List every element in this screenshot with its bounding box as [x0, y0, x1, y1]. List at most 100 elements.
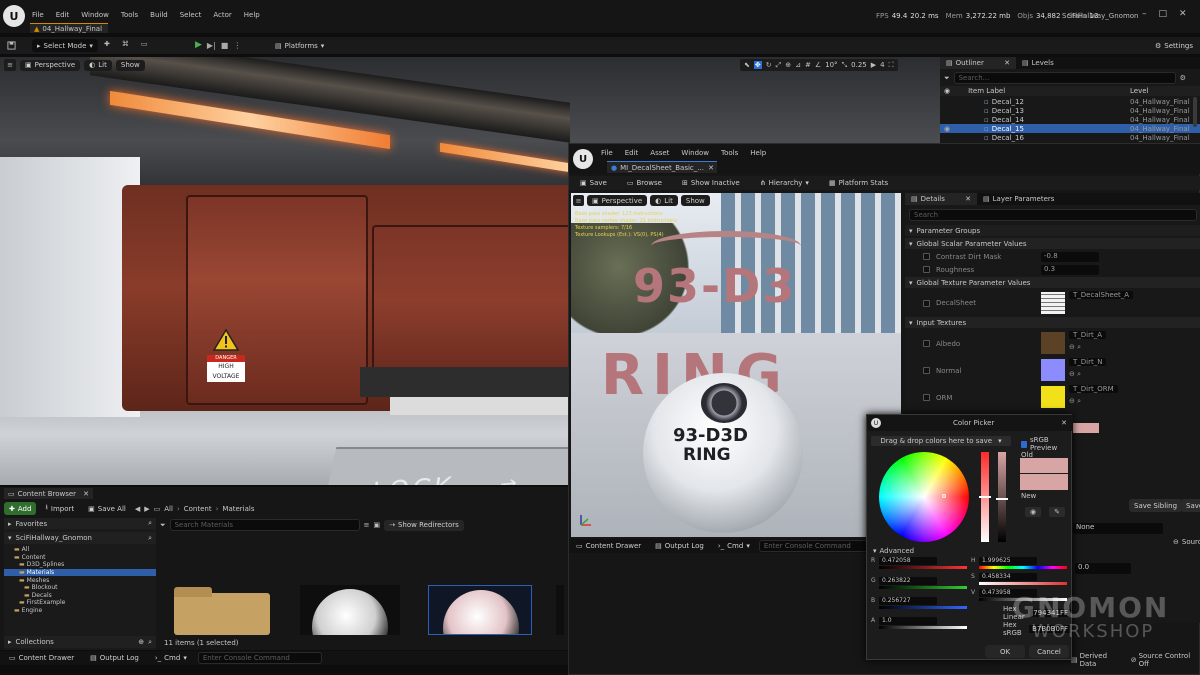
settings-icon[interactable]: ≡ — [364, 521, 370, 529]
folder-tree-item[interactable]: ▬ Decals — [4, 592, 156, 600]
content-drawer-button[interactable]: ▭ Content Drawer — [4, 652, 79, 665]
search-icon[interactable]: ⌕ — [148, 638, 152, 647]
color-wheel-mode-icon[interactable]: ◉ — [1025, 507, 1041, 517]
camera-icon[interactable]: ▶ — [871, 61, 876, 69]
outliner-search-input[interactable] — [953, 72, 1176, 84]
import-button[interactable]: ⭳ Import — [40, 502, 79, 515]
texture-thumbnail[interactable] — [1041, 332, 1065, 354]
saved-colors-bar[interactable]: Drag & drop colors here to save ▾ — [871, 436, 1011, 446]
channel-gradient-bar[interactable] — [879, 566, 967, 569]
outliner-scrollbar[interactable] — [1193, 97, 1197, 127]
col-level[interactable]: Level — [1130, 87, 1148, 95]
visibility-eye-icon[interactable]: ◉ — [944, 125, 954, 133]
settings-button[interactable]: ⚙ Settings — [1150, 39, 1198, 52]
favorites-header[interactable]: ▸ Favorites ⌕ — [4, 518, 156, 529]
menu-select[interactable]: Select — [174, 11, 208, 19]
scale-snap-icon[interactable]: ⤡ — [842, 61, 848, 70]
me-console-input[interactable] — [758, 540, 883, 552]
hierarchy-button[interactable]: ⋔ Hierarchy ▾ — [755, 177, 814, 190]
channel-gradient-bar[interactable] — [979, 566, 1067, 569]
close-icon[interactable]: ✕ — [83, 490, 89, 498]
tab-layer-parameters[interactable]: ▤ Layer Parameters — [977, 193, 1060, 205]
col-item-label[interactable]: Item Label — [968, 87, 1005, 95]
me-menu-item[interactable]: File — [595, 149, 619, 157]
slider-handle[interactable] — [979, 496, 991, 498]
override-checkbox[interactable] — [923, 266, 930, 273]
hamburger-icon[interactable]: ≡ — [4, 59, 16, 71]
material-preview-viewport[interactable]: 93-D3 RING 93-D3D RING ≡ ▣ Perspective ◐ L… — [571, 193, 901, 537]
value-slider[interactable] — [996, 452, 1008, 542]
override-checkbox[interactable] — [923, 253, 930, 260]
plus-icon[interactable]: ⊕ — [138, 638, 144, 646]
show-redirectors-button[interactable]: ⇢ Show Redirectors — [384, 519, 464, 531]
platforms-button[interactable]: ▤ Platforms ▾ — [270, 39, 329, 52]
channel-gradient-bar[interactable] — [979, 582, 1067, 585]
collections-header[interactable]: ▸ Collections ⊕ ⌕ — [4, 636, 156, 648]
stop-icon[interactable]: ■ — [221, 41, 229, 50]
save-button[interactable]: ▣ Save — [575, 177, 612, 190]
play-icon[interactable]: ▶ — [195, 40, 202, 50]
browse-asset-icon[interactable]: ⊖ ⌕ — [1069, 370, 1081, 379]
show-button[interactable]: Show — [115, 59, 145, 71]
source-icon[interactable]: ⊖ — [1173, 538, 1179, 546]
tab-levels[interactable]: ▤ Levels — [1016, 57, 1060, 69]
me-menu-item[interactable]: Edit — [619, 149, 645, 157]
search-icon[interactable]: ⌕ — [148, 534, 152, 543]
input-textures-header[interactable]: ▾ Input Textures — [905, 317, 1200, 328]
folder-tree-item[interactable]: ▬ D3D_Splines — [4, 561, 156, 569]
angle-snap-value[interactable]: 10° — [825, 61, 837, 69]
menu-tools[interactable]: Tools — [115, 11, 144, 19]
texture-asset[interactable]: T_Dirt_ORM — [1069, 385, 1118, 393]
channel-value[interactable]: 0.458334 — [979, 573, 1037, 581]
folder-tree-item[interactable]: ▬ FirstExample — [4, 599, 156, 607]
srgb-preview-toggle[interactable]: sRGB Preview — [1021, 436, 1071, 452]
breadcrumb-content[interactable]: Content — [184, 505, 212, 513]
blueprint-icon[interactable]: ⌘ — [122, 40, 129, 48]
advanced-header[interactable]: ▾ Advanced — [873, 547, 914, 555]
slider-handle[interactable] — [996, 498, 1008, 500]
add-button[interactable]: ✚ Add — [4, 502, 37, 515]
channel-h-field[interactable]: H 1.999625 — [971, 557, 1067, 571]
perspective-button[interactable]: ▣ Perspective — [20, 59, 81, 71]
channel-a-field[interactable]: A 1.0 — [871, 617, 967, 631]
decal-sheet-checkbox[interactable] — [923, 299, 930, 307]
texture-thumbnail[interactable] — [1041, 359, 1065, 381]
color-wheel-cursor[interactable] — [942, 494, 946, 498]
global-texture-header[interactable]: ▾ Global Texture Parameter Values — [905, 277, 1200, 288]
scale-snap-value[interactable]: 0.25 — [851, 61, 867, 69]
eyedropper-icon[interactable]: ✎ — [1049, 507, 1065, 517]
content-browser-tab[interactable]: ▭ Content Browser ✕ — [4, 488, 93, 499]
me-menu-item[interactable]: Asset — [644, 149, 675, 157]
close-icon[interactable]: ✕ — [965, 195, 971, 203]
override-checkbox[interactable] — [923, 367, 930, 374]
unreal-logo-icon[interactable]: U — [573, 149, 593, 169]
parameter-groups-header[interactable]: ▾ Parameter Groups — [905, 225, 1200, 236]
close-icon[interactable]: ✕ — [1061, 419, 1067, 427]
breadcrumb-all[interactable]: All — [164, 505, 173, 513]
gear-icon[interactable]: ⚙ — [1180, 74, 1186, 82]
me-menu-item[interactable]: Help — [744, 149, 772, 157]
scalar-value[interactable]: 0.3 — [1041, 264, 1099, 275]
tab-outliner[interactable]: ▤ Outliner ✕ — [940, 57, 1016, 69]
channel-b-field[interactable]: B 0.256727 — [871, 597, 967, 611]
search-icon[interactable]: ⌕ — [148, 519, 152, 528]
menu-edit[interactable]: Edit — [50, 11, 76, 19]
folder-icon[interactable]: ▭ — [154, 505, 161, 513]
menu-file[interactable]: File — [26, 11, 50, 19]
select-icon[interactable]: ⬉ — [744, 61, 750, 69]
outliner-row[interactable]: ◉ ▫ Decal_15 04_Hallway_Final — [940, 124, 1200, 133]
camera-speed-value[interactable]: 4 — [880, 61, 884, 69]
close-icon[interactable]: ✕ — [1179, 9, 1187, 19]
none-field[interactable]: None — [1073, 523, 1163, 534]
outliner-row[interactable]: ▫ Decal_14 04_Hallway_Final — [940, 115, 1200, 124]
cmd-button[interactable]: ›_ Cmd ▾ — [150, 652, 192, 665]
channel-value[interactable]: 0.256727 — [879, 597, 937, 605]
more-icon[interactable]: ⋮ — [233, 41, 241, 50]
show-inactive-button[interactable]: ⊞ Show Inactive — [677, 177, 745, 190]
project-root[interactable]: ▾ SciFiHallway_Gnomon ⌕ — [4, 532, 156, 544]
channel-g-field[interactable]: G 0.263822 — [871, 577, 967, 591]
me-cmd-button[interactable]: ›_ Cmd ▾ — [713, 540, 755, 553]
lit-button[interactable]: ◐ Lit — [84, 59, 112, 71]
channel-r-field[interactable]: R 0.472058 — [871, 557, 967, 571]
me-menu-item[interactable]: Tools — [715, 149, 744, 157]
